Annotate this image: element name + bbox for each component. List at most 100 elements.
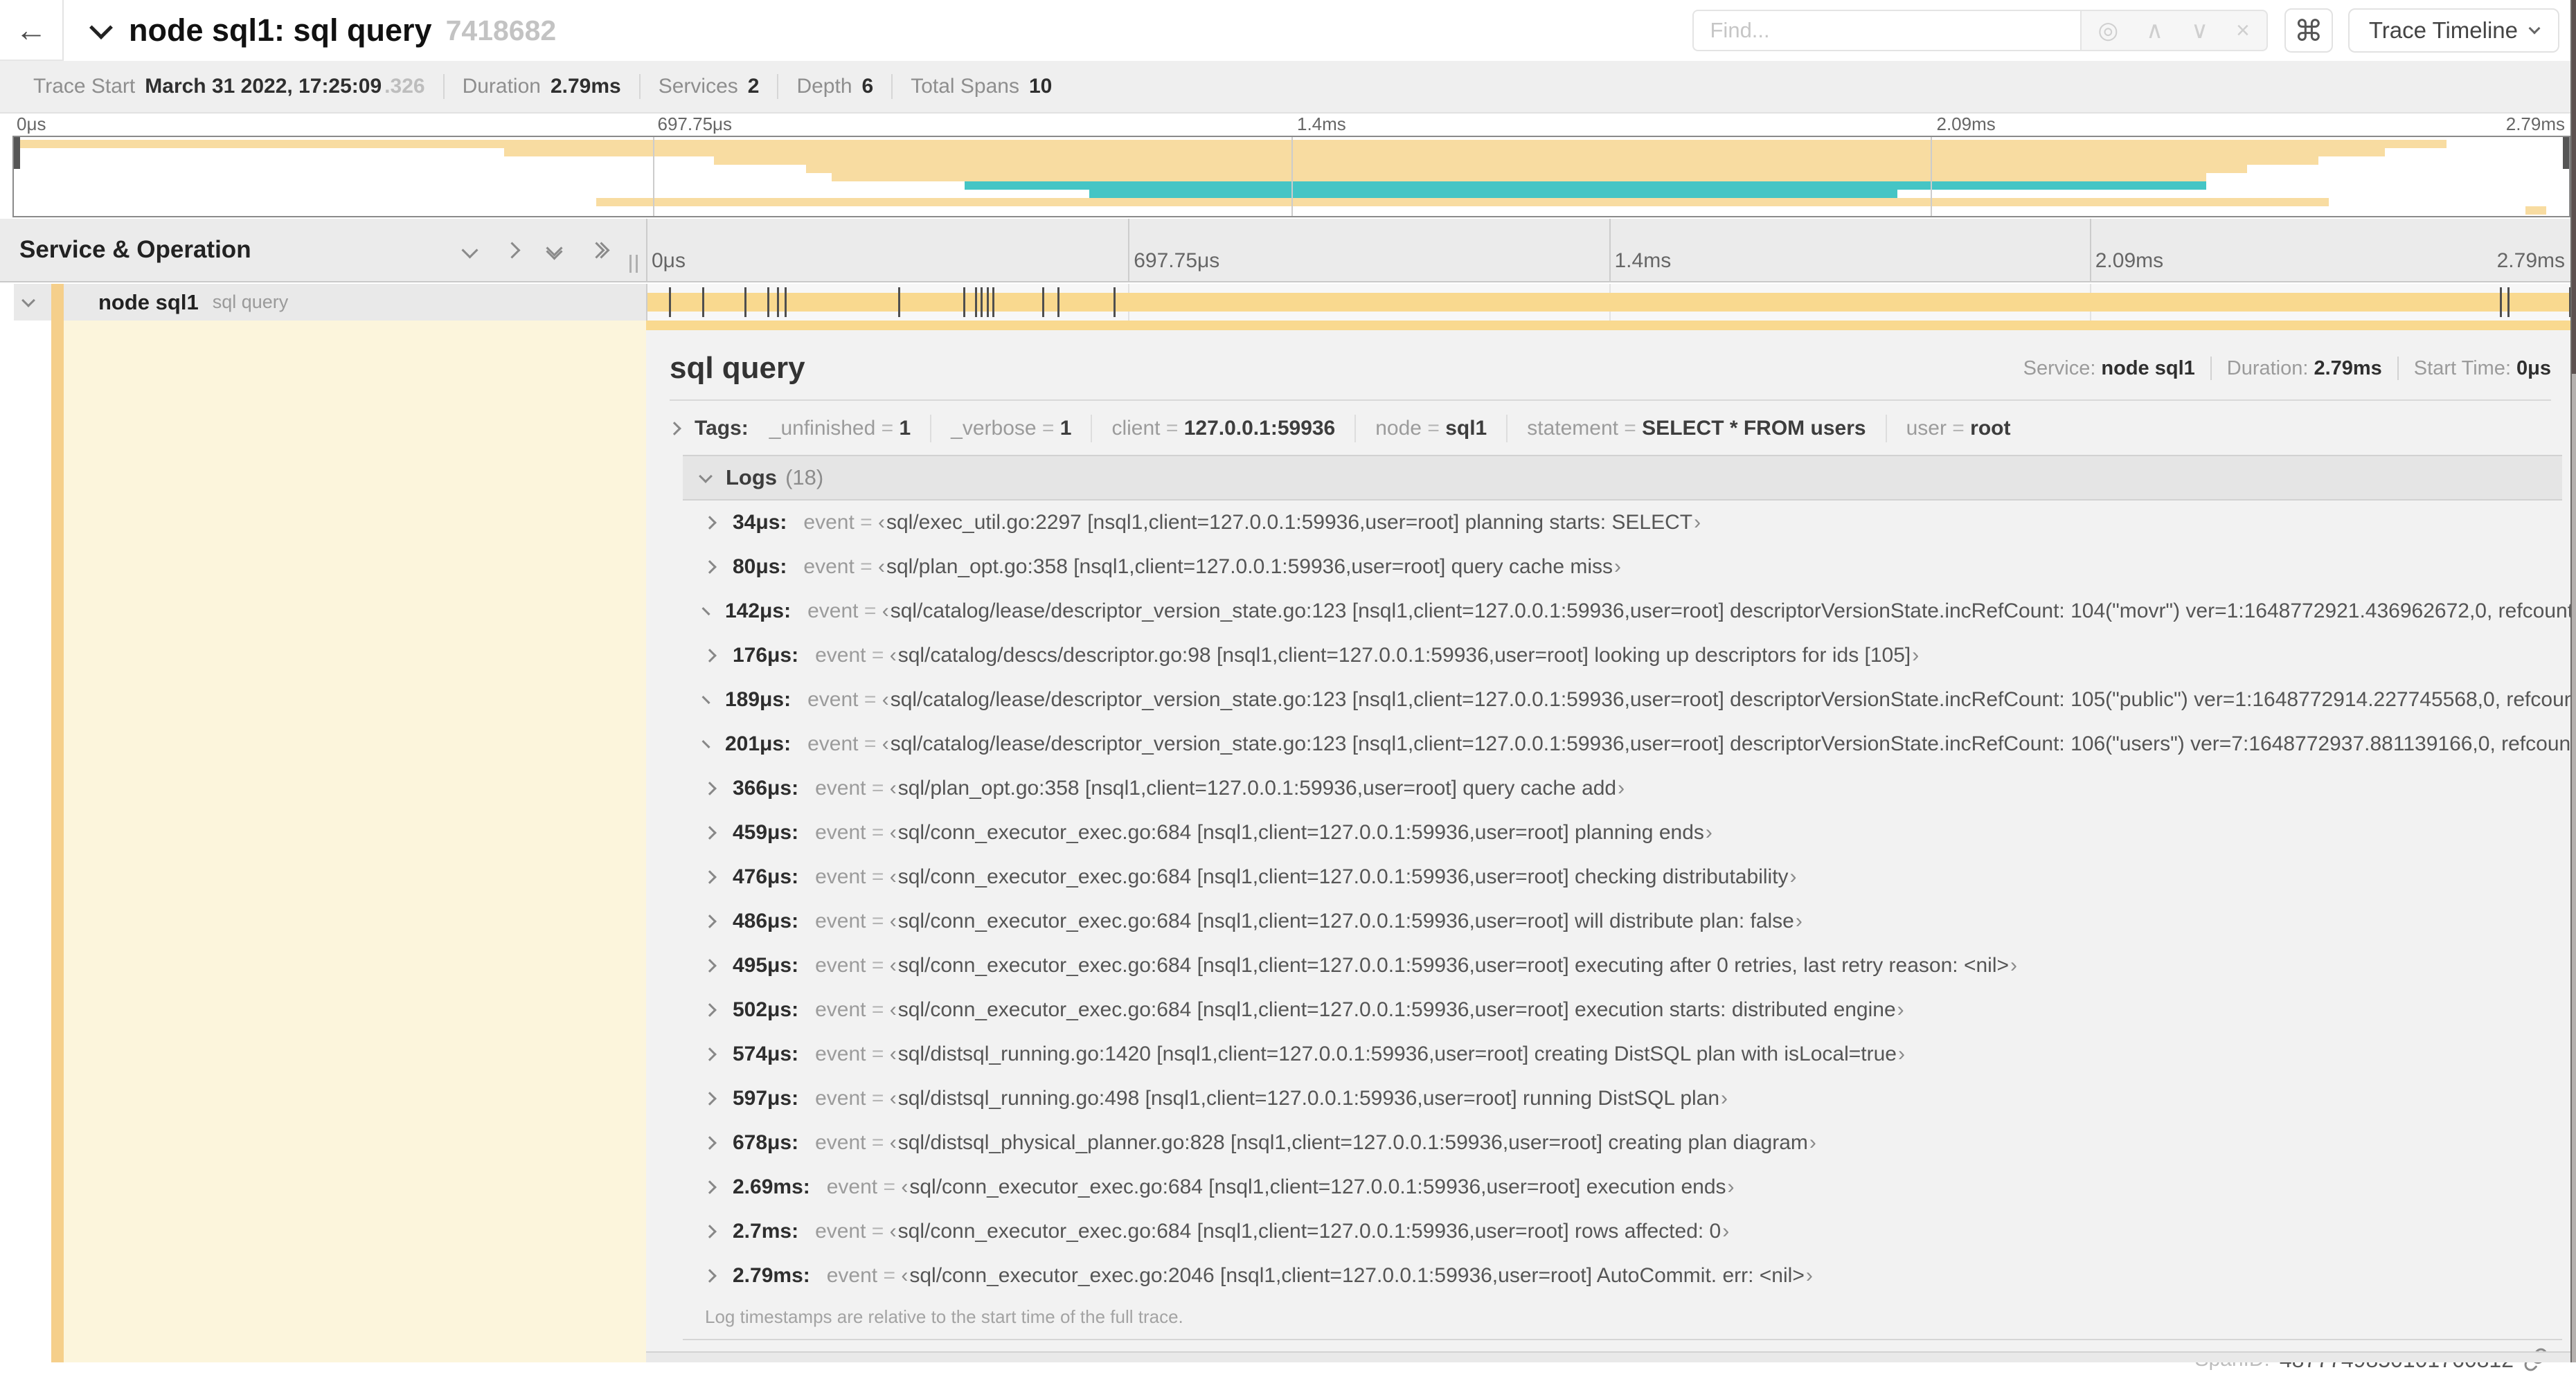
minimap-left-drag-handle[interactable] <box>14 137 20 169</box>
chevron-down-icon <box>2528 22 2541 35</box>
logs-list: 34μs:event = sql/exec_util.go:2297 [nsql… <box>683 501 2576 1298</box>
separator <box>1885 415 1887 442</box>
log-marker <box>981 287 983 317</box>
log-marker <box>992 287 994 317</box>
grid-line <box>652 137 654 216</box>
log-row[interactable]: 678μs:event = sql/distsql_physical_plann… <box>683 1121 2562 1165</box>
summary-item: Depth 6 <box>796 75 874 98</box>
span-info-item: Start Time: 0μs <box>2413 357 2551 379</box>
collapse-all-double-chevron-down-icon[interactable] <box>546 240 563 260</box>
detail-row-background <box>64 321 646 1362</box>
span-detail-panel: sql query Service: node sql1 Duration: 2.79… <box>646 330 2576 1372</box>
grid-line <box>2089 219 2091 281</box>
keyboard-shortcuts-button[interactable]: ⌘ <box>2284 8 2333 53</box>
expand-all-double-chevron-right-icon[interactable] <box>588 241 610 259</box>
chevron-right-icon <box>668 422 681 435</box>
scrollbar-thumb[interactable] <box>2572 0 2576 374</box>
log-row[interactable]: 2.79ms:event = sql/conn_executor_exec.go… <box>683 1254 2562 1298</box>
log-row[interactable]: 2.69ms:event = sql/conn_executor_exec.go… <box>683 1165 2562 1209</box>
chevron-right-icon <box>703 1092 717 1106</box>
collapse-one-chevron-down-icon[interactable] <box>461 241 478 259</box>
span-detail-accent-bar <box>646 321 2570 330</box>
log-row[interactable]: 459μs:event = sql/conn_executor_exec.go:… <box>683 811 2562 855</box>
logs-footnote: Log timestamps are relative to the start… <box>705 1306 1183 1327</box>
log-row[interactable]: 176μs:event = sql/catalog/descs/descript… <box>683 633 2562 678</box>
span-row-node-sql1[interactable]: node sql1 sql query <box>0 284 2570 321</box>
find-input[interactable] <box>1692 10 2080 51</box>
log-marker <box>974 287 977 317</box>
log-row[interactable]: 486μs:event = sql/conn_executor_exec.go:… <box>683 899 2562 944</box>
chevron-right-icon <box>703 959 717 973</box>
log-row[interactable]: 2.7ms:event = sql/conn_executor_exec.go:… <box>683 1209 2562 1254</box>
tags-label: Tags: <box>695 417 749 440</box>
summary-item: Total Spans 10 <box>911 75 1053 98</box>
logs-header[interactable]: Logs (18) <box>683 455 2562 501</box>
back-arrow-icon: ← <box>15 12 47 48</box>
expand-one-chevron-right-icon[interactable] <box>503 241 521 259</box>
ruler-tick-label: 0μs <box>652 249 686 272</box>
service-operation-header: Service & Operation <box>0 219 646 281</box>
log-row[interactable]: 366μs:event = sql/plan_opt.go:358 [nsql1… <box>683 766 2562 811</box>
log-marker <box>897 287 900 317</box>
log-marker <box>701 287 704 317</box>
chevron-right-icon <box>703 826 717 840</box>
span-row-timeline-cell[interactable] <box>646 284 2570 321</box>
divider <box>670 399 2551 401</box>
column-resize-grip[interactable] <box>629 255 638 273</box>
chevron-right-icon <box>703 1047 717 1061</box>
logs-label: Logs <box>726 465 778 489</box>
service-color-stripe <box>51 284 64 321</box>
chevron-right-icon <box>703 870 717 884</box>
log-row[interactable]: 502μs:event = sql/conn_executor_exec.go:… <box>683 988 2562 1032</box>
minimap-span <box>805 165 2248 173</box>
chevron-right-icon <box>701 606 710 616</box>
log-marker <box>2500 287 2503 317</box>
span-row-name-cell[interactable]: node sql1 sql query <box>14 284 646 321</box>
locate-icon: ◎ <box>2098 17 2119 44</box>
chevron-right-icon <box>701 739 710 749</box>
summary-item: Services 2 <box>658 75 760 98</box>
log-row[interactable]: 142μs:event = sql/catalog/lease/descript… <box>683 589 2576 633</box>
tag-node: node = sql1 <box>1375 417 1487 440</box>
log-row[interactable]: 597μs:event = sql/distsql_running.go:498… <box>683 1076 2562 1121</box>
header-controls: ◎ ∧ ∨ × ⌘ Trace Timeline <box>1692 8 2559 53</box>
chevron-right-icon <box>703 1269 717 1283</box>
logs-accordion: Logs (18) 34μs:event = sql/exec_util.go:… <box>683 455 2576 1340</box>
log-row[interactable]: 574μs:event = sql/distsql_running.go:142… <box>683 1032 2562 1076</box>
span-table-header: Service & Operation 0μs 697.75μs 1.4ms 2.09… <box>0 219 2570 282</box>
log-marker <box>784 287 787 317</box>
log-row[interactable]: 495μs:event = sql/conn_executor_exec.go:… <box>683 944 2562 988</box>
log-row[interactable]: 201μs:event = sql/catalog/lease/descript… <box>683 722 2576 766</box>
minimap-span <box>1089 190 1897 198</box>
trace-minimap[interactable] <box>12 136 2570 217</box>
chevron-right-icon <box>703 1225 717 1238</box>
trace-view-selector[interactable]: Trace Timeline <box>2347 8 2559 53</box>
view-selector-label: Trace Timeline <box>2368 17 2518 43</box>
log-row[interactable]: 189μs:event = sql/catalog/lease/descript… <box>683 678 2576 722</box>
ruler-tick-label: 697.75μs <box>657 114 733 134</box>
page-header: ← node sql1: sql query 7418682 ◎ ∧ ∨ × ⌘ Tr… <box>0 0 2570 61</box>
vertical-scrollbar[interactable] <box>2570 0 2576 1362</box>
log-marker <box>986 287 989 317</box>
log-row[interactable]: 34μs:event = sql/exec_util.go:2297 [nsql… <box>683 501 2562 545</box>
log-marker <box>963 287 966 317</box>
minimap-span <box>504 148 2386 156</box>
tags-accordion[interactable]: Tags: _unfinished = 1 _verbose = 1 client … <box>668 412 2570 445</box>
minimap-span <box>2525 206 2546 215</box>
find-nav-group: ◎ ∧ ∨ × <box>2079 10 2268 51</box>
next-row-edge <box>646 1351 2570 1362</box>
trace-collapse-chevron-down-icon[interactable] <box>89 16 113 39</box>
minimap-right-drag-handle[interactable] <box>2563 137 2569 169</box>
row-collapse-chevron-down-icon[interactable] <box>21 294 35 307</box>
ruler-tick-label: 1.4ms <box>1297 114 1346 134</box>
log-row[interactable]: 80μs:event = sql/plan_opt.go:358 [nsql1,… <box>683 545 2562 589</box>
tag-client: client = 127.0.0.1:59936 <box>1111 417 1336 440</box>
ruler-tick-label: 697.75μs <box>1134 249 1220 272</box>
command-icon: ⌘ <box>2293 14 2323 47</box>
log-row[interactable]: 476μs:event = sql/conn_executor_exec.go:… <box>683 855 2562 899</box>
grid-line <box>1609 219 1611 281</box>
span-duration-bar[interactable] <box>647 293 2570 312</box>
back-button[interactable]: ← <box>0 0 64 61</box>
log-marker <box>2569 287 2570 317</box>
span-info-item: Service: node sql1 <box>2023 357 2195 379</box>
